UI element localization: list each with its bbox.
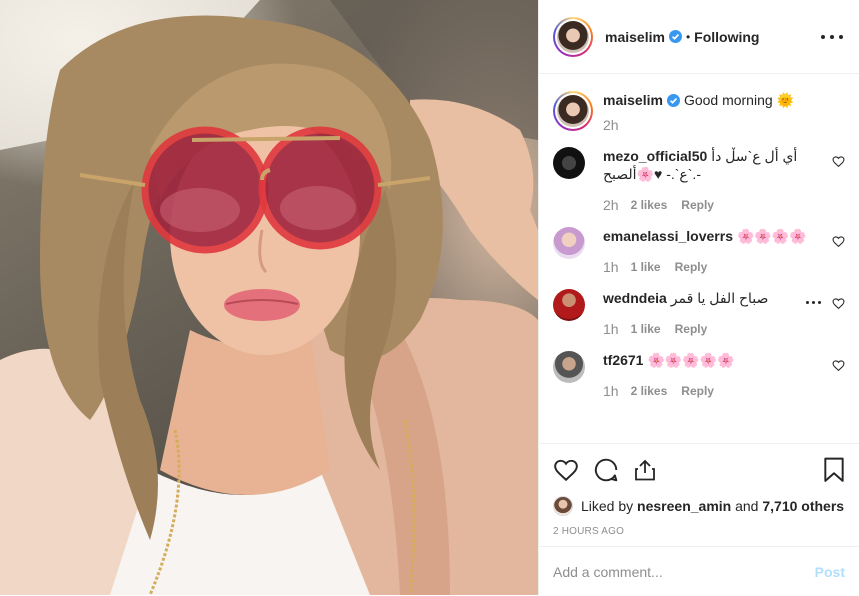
caption-text: Good morning 🌞: [683, 92, 794, 108]
more-options-icon[interactable]: [821, 27, 843, 47]
comment-username[interactable]: wedndeia: [603, 290, 667, 306]
liked-by-and: and: [735, 498, 759, 514]
post-timestamp[interactable]: 2 HOURS AGO: [553, 526, 845, 537]
heart-icon[interactable]: [832, 297, 845, 310]
bookmark-icon[interactable]: [823, 457, 845, 483]
reply-button[interactable]: Reply: [675, 322, 708, 336]
commenter-avatar[interactable]: [553, 351, 585, 383]
commenter-avatar[interactable]: [553, 147, 585, 179]
comment-item: mezo_official50 أي أل ع`سڵ دأ ع`.- ♥🌸ألصب…: [553, 147, 845, 213]
likes-count[interactable]: 7,710 others: [762, 498, 844, 514]
comment-options-icon[interactable]: [806, 301, 821, 304]
comment-item: wedndeia صباح الفل يا قمر 1h 1 like Reply: [553, 289, 845, 337]
comment-likes[interactable]: 1 like: [631, 322, 661, 336]
comment-text: 🌸🌸🌸🌸: [736, 228, 807, 244]
comment-composer: Add a comment... Post: [539, 546, 859, 596]
comment-time[interactable]: 1h: [603, 259, 619, 275]
reply-button[interactable]: Reply: [681, 198, 714, 212]
following-button[interactable]: Following: [694, 29, 759, 45]
comment-time[interactable]: 1h: [603, 321, 619, 337]
like-heart-icon[interactable]: [553, 457, 579, 483]
comment-likes[interactable]: 2 likes: [631, 384, 668, 398]
liker-username[interactable]: nesreen_amin: [637, 498, 731, 514]
share-icon[interactable]: [633, 457, 657, 483]
comment-input[interactable]: Add a comment...: [553, 564, 815, 580]
reply-button[interactable]: Reply: [681, 384, 714, 398]
liked-by: Liked by nesreen_amin and 7,710 others: [553, 496, 845, 516]
heart-icon[interactable]: [832, 235, 845, 248]
reply-button[interactable]: Reply: [675, 260, 708, 274]
caption-time[interactable]: 2h: [603, 117, 619, 133]
post-comment-button[interactable]: Post: [815, 564, 845, 580]
comment-likes[interactable]: 1 like: [631, 260, 661, 274]
verified-icon: [668, 30, 682, 43]
caption-avatar[interactable]: [553, 91, 593, 131]
comment-text: صباح الفل يا قمر: [670, 290, 769, 306]
comment-icon[interactable]: [593, 457, 619, 483]
author-username[interactable]: maiselim: [605, 29, 665, 45]
separator-dot: •: [685, 29, 691, 44]
selfie-illustration: [0, 0, 538, 595]
commenter-avatar[interactable]: [553, 227, 585, 259]
commenter-avatar[interactable]: [553, 289, 585, 321]
heart-icon[interactable]: [832, 359, 845, 372]
comment-text: 🌸🌸🌸🌸🌸: [647, 352, 735, 368]
post-caption: maiselim Good morning 🌞 2h: [553, 91, 845, 133]
comment-time[interactable]: 2h: [603, 197, 619, 213]
comment-username[interactable]: tf2671: [603, 352, 643, 368]
author-avatar[interactable]: [553, 16, 593, 57]
comment-item: emanelassi_loverrs 🌸🌸🌸🌸 1h 1 like Reply: [553, 227, 845, 275]
post-actions: Liked by nesreen_amin and 7,710 others 2…: [539, 443, 859, 595]
instagram-post: maiselim • Following maiselim Good mornin…: [0, 0, 859, 595]
liked-by-prefix: Liked by: [581, 498, 634, 514]
liker-avatar[interactable]: [553, 496, 573, 516]
caption-username[interactable]: maiselim: [603, 92, 663, 108]
comment-time[interactable]: 1h: [603, 383, 619, 399]
comment-likes[interactable]: 2 likes: [631, 198, 668, 212]
post-sidebar: maiselim • Following maiselim Good mornin…: [538, 0, 859, 595]
comment-item: tf2671 🌸🌸🌸🌸🌸 1h 2 likes Reply: [553, 351, 845, 399]
post-photo[interactable]: [0, 0, 538, 595]
comment-username[interactable]: emanelassi_loverrs: [603, 228, 733, 244]
verified-icon: [666, 94, 680, 107]
comment-username[interactable]: mezo_official50: [603, 148, 707, 164]
comments-list[interactable]: maiselim Good morning 🌞 2h mezo_official5…: [539, 75, 859, 442]
post-header: maiselim • Following: [539, 0, 859, 74]
heart-icon[interactable]: [832, 155, 845, 168]
